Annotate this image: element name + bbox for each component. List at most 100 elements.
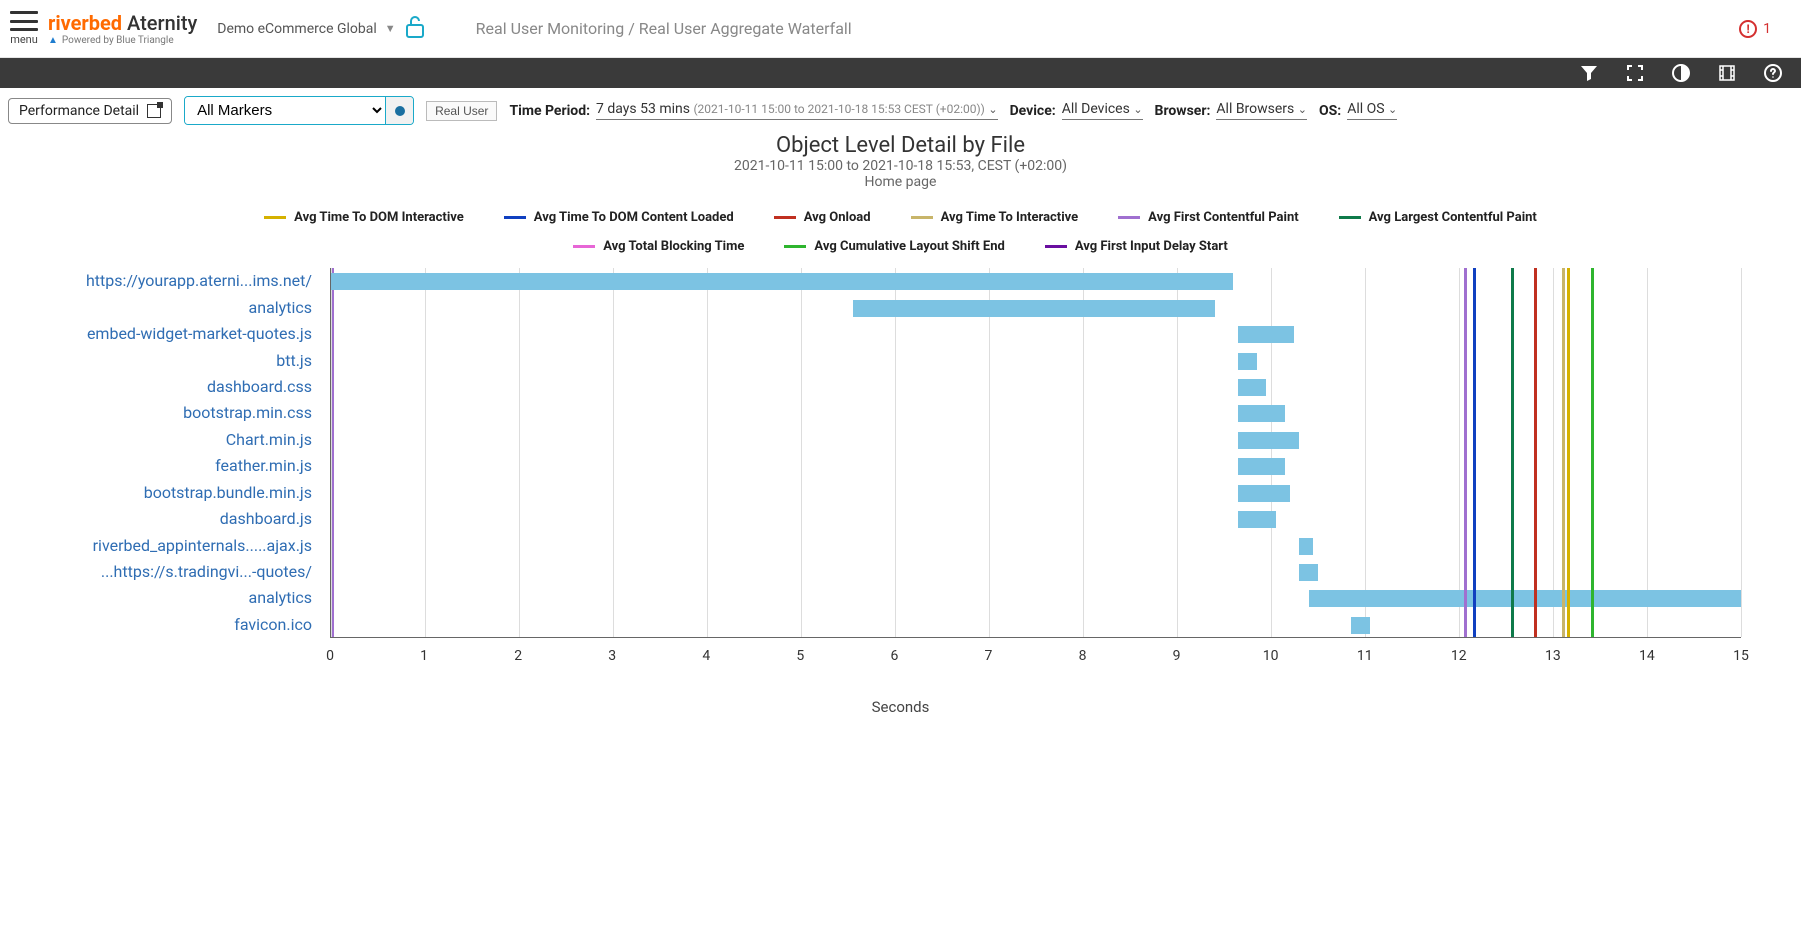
site-selector[interactable]: Demo eCommerce Global ▼ [217,14,425,44]
file-label[interactable]: btt.js [276,351,312,370]
file-label[interactable]: ...https://s.tradingvi...-quotes/ [101,562,312,581]
timing-bar[interactable] [1238,485,1290,502]
x-tick: 8 [1079,648,1087,664]
timing-bar[interactable] [331,273,1233,290]
timing-bar[interactable] [1299,538,1313,555]
gridline [425,268,426,637]
timing-bar[interactable] [1351,617,1370,634]
timing-bar[interactable] [1299,564,1318,581]
alert-indicator[interactable]: ! 1 [1739,20,1791,38]
contrast-icon[interactable] [1671,63,1691,83]
timing-bar[interactable] [1238,379,1266,396]
legend-item[interactable]: Avg Time To DOM Content Loaded [504,210,734,225]
browser-value: All Browsers [1216,101,1294,117]
marker-line[interactable] [1511,268,1514,637]
timing-bar[interactable] [1238,326,1294,343]
browser-label: Browser: [1155,103,1211,119]
x-tick: 14 [1639,648,1655,664]
browser-filter[interactable]: Browser: All Browsers ⌄ [1155,101,1307,120]
device-label: Device: [1010,103,1056,119]
file-label[interactable]: riverbed_appinternals.....ajax.js [93,536,312,555]
file-label[interactable]: favicon.ico [234,615,312,634]
markers-dropdown[interactable]: All Markers [185,97,385,124]
file-label[interactable]: dashboard.css [207,377,312,396]
markers-pin-button[interactable] [385,97,413,124]
film-icon[interactable] [1717,63,1737,83]
chart-subtitle: 2021-10-11 15:00 to 2021-10-18 15:53, CE… [10,158,1791,174]
marker-line[interactable] [1562,268,1565,637]
file-label[interactable]: feather.min.js [215,456,312,475]
marker-line[interactable] [1464,268,1467,637]
legend-swatch [1339,216,1361,219]
marker-line[interactable] [1534,268,1537,637]
device-filter[interactable]: Device: All Devices ⌄ [1010,101,1143,120]
timing-bar[interactable] [1238,458,1285,475]
file-label[interactable]: bootstrap.min.css [183,403,312,422]
legend-item[interactable]: Avg Time To Interactive [911,210,1079,225]
gridline [1083,268,1084,637]
performance-detail-label: Performance Detail [19,103,139,119]
timing-bar[interactable] [853,300,1215,317]
legend-item[interactable]: Avg Onload [774,210,871,225]
legend-item[interactable]: Avg First Input Delay Start [1045,239,1228,254]
timing-bar[interactable] [1238,432,1299,449]
chevron-down-icon: ⌄ [1133,103,1142,116]
unlock-icon[interactable] [404,14,426,44]
help-icon[interactable] [1763,63,1783,83]
legend-item[interactable]: Avg Total Blocking Time [573,239,744,254]
timing-bar[interactable] [1238,353,1257,370]
legend-item[interactable]: Avg Largest Contentful Paint [1339,210,1537,225]
gridline [1553,268,1554,637]
marker-line[interactable] [1591,268,1594,637]
os-label: OS: [1319,103,1341,119]
x-tick: 5 [796,648,804,664]
x-tick: 9 [1173,648,1181,664]
legend-swatch [264,216,286,219]
legend-swatch [1045,245,1067,248]
legend-item[interactable]: Avg Time To DOM Interactive [264,210,464,225]
marker-line[interactable] [1473,268,1476,637]
file-label[interactable]: dashboard.js [220,509,312,528]
timing-bar[interactable] [1238,511,1276,528]
gridline [331,268,332,637]
time-period-filter[interactable]: Time Period: 7 days 53 mins (2021-10-11 … [509,101,997,120]
legend-label: Avg First Input Delay Start [1075,239,1228,254]
filter-icon[interactable] [1579,63,1599,83]
legend-item[interactable]: Avg First Contentful Paint [1118,210,1298,225]
chart-title: Object Level Detail by File [10,133,1791,158]
timing-bar[interactable] [1238,405,1285,422]
performance-detail-button[interactable]: Performance Detail [8,98,172,124]
time-value: 7 days 53 mins [596,101,690,117]
legend-label: Avg Time To Interactive [941,210,1079,225]
time-label: Time Period: [509,103,590,119]
filter-bar: Performance Detail All Markers Real User… [0,88,1801,127]
file-label[interactable]: analytics [249,588,312,607]
os-filter[interactable]: OS: All OS ⌄ [1319,101,1397,120]
real-user-button[interactable]: Real User [426,101,497,121]
gridline [895,268,896,637]
app-header: menu riverbed Aternity ▲ Powered by Blue… [0,0,1801,58]
file-label[interactable]: https://yourapp.aterni...ims.net/ [86,271,312,290]
chart-legend: Avg Time To DOM Interactive Avg Time To D… [201,210,1601,254]
breadcrumb: Real User Monitoring / Real User Aggrega… [476,19,852,38]
gridline [613,268,614,637]
chevron-down-icon: ⌄ [1298,103,1307,116]
file-label[interactable]: analytics [249,298,312,317]
file-label[interactable]: embed-widget-market-quotes.js [87,324,312,343]
legend-item[interactable]: Avg Cumulative Layout Shift End [784,239,1004,254]
file-label[interactable]: Chart.min.js [226,430,312,449]
alert-icon: ! [1739,20,1757,38]
gridline [1741,268,1742,637]
x-axis-label: Seconds [10,698,1791,716]
timing-bar[interactable] [1309,590,1741,607]
legend-swatch [573,245,595,248]
os-value: All OS [1347,101,1384,117]
markers-selector[interactable]: All Markers [184,96,414,125]
legend-swatch [784,245,806,248]
file-label[interactable]: bootstrap.bundle.min.js [144,483,312,502]
brand-block: riverbed Aternity ▲ Powered by Blue Tria… [48,11,197,46]
menu-button[interactable]: menu [10,11,38,46]
gridline [1647,268,1648,637]
fullscreen-icon[interactable] [1625,63,1645,83]
marker-line[interactable] [1567,268,1570,637]
